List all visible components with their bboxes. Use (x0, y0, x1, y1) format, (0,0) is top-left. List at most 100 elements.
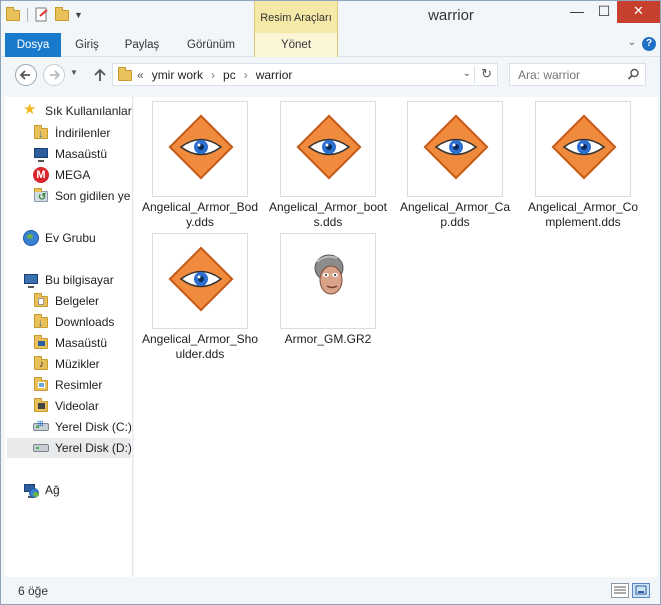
large-icons-view-button[interactable] (632, 583, 650, 598)
tab-manage[interactable]: Yönet (254, 33, 338, 57)
address-dropdown-icon[interactable]: ⌄ (463, 68, 471, 79)
star-icon: ★ (23, 101, 37, 118)
nav-item-label: Yerel Disk (C:) (55, 420, 132, 434)
documents-folder-icon (33, 293, 49, 309)
breadcrumb-item[interactable]: warrior (256, 68, 293, 82)
dds-eye-icon (280, 101, 376, 197)
dds-eye-icon (407, 101, 503, 197)
window-title: warrior (428, 7, 474, 24)
nav-item-drive-d[interactable]: Yerel Disk (D:) (7, 438, 132, 458)
refresh-icon[interactable]: ↻ (481, 66, 492, 82)
back-arrow-icon (19, 70, 30, 80)
toolbar-separator (27, 8, 28, 22)
expand-ribbon-icon[interactable]: ⌄ (628, 37, 636, 51)
nav-item-label: MEGA (55, 168, 91, 182)
dds-eye-icon (152, 101, 248, 197)
file-item[interactable]: Angelical_Armor_Complement.dds (523, 101, 643, 230)
up-arrow-icon[interactable] (93, 67, 107, 83)
forward-button[interactable] (43, 64, 65, 86)
downloads-folder-icon: ↓ (33, 125, 49, 141)
file-item[interactable]: Angelical_Armor_Cap.dds (395, 101, 515, 230)
drive-icon (33, 440, 49, 456)
new-folder-icon[interactable] (54, 7, 70, 23)
nav-item-label: Ağ (45, 483, 60, 497)
tab-share[interactable]: Paylaş (115, 33, 169, 57)
nav-item-videos[interactable]: Videolar (33, 396, 132, 416)
breadcrumb: « ymir work › pc › warrior (137, 68, 292, 82)
file-view: Angelical_Armor_Body.dds Angelical_Armor… (134, 97, 658, 577)
nav-item-this-pc[interactable]: Bu bilgisayar (23, 270, 132, 290)
nav-item-label: İndirilenler (55, 126, 111, 140)
breadcrumb-chevron-icon[interactable]: › (211, 68, 215, 82)
file-item[interactable]: Angelical_Armor_Body.dds (140, 101, 260, 230)
nav-item-label: Videolar (55, 399, 99, 413)
file-name: Angelical_Armor_boots.dds (268, 200, 388, 229)
breadcrumb-chevron-icon[interactable]: › (244, 68, 248, 82)
folder-icon (5, 7, 21, 23)
contextual-tab-group: Resim Araçları (254, 1, 338, 33)
folder-icon (117, 67, 133, 83)
desktop-icon (33, 146, 49, 162)
computer-icon (23, 272, 39, 288)
title-bar: ▼ Resim Araçları warrior — ☐ ✕ (1, 1, 660, 33)
file-item[interactable]: Angelical_Armor_Shoulder.dds (140, 233, 260, 362)
nav-item-homegroup[interactable]: Ev Grubu (23, 228, 132, 248)
tab-view[interactable]: Görünüm (175, 33, 247, 57)
tab-file[interactable]: Dosya (5, 33, 61, 57)
quick-access-toolbar: ▼ (5, 7, 83, 23)
maximize-button[interactable]: ☐ (591, 1, 617, 23)
close-button[interactable]: ✕ (617, 1, 660, 23)
ribbon-tabs: Dosya Giriş Paylaş Görünüm Yönet ⌄ ? (1, 33, 660, 57)
breadcrumb-item[interactable]: pc (223, 68, 236, 82)
nav-item-label: Masaüstü (55, 336, 108, 350)
navigation-bar: ▼ « ymir work › pc › warrior ⌄ ↻ (1, 57, 660, 93)
system-drive-icon: ⊞ (33, 419, 49, 435)
nav-item-documents[interactable]: Belgeler (33, 291, 132, 311)
navigation-pane: ★ Sık Kullanılanlar ↓ İndirilenler Masaü… (5, 97, 133, 577)
details-view-button[interactable] (611, 583, 629, 598)
nav-item-drive-c[interactable]: ⊞ Yerel Disk (C:) (33, 417, 132, 437)
back-button[interactable] (15, 64, 37, 86)
address-bar[interactable]: « ymir work › pc › warrior ⌄ ↻ (112, 63, 498, 86)
status-bar: 6 öğe (1, 577, 660, 604)
nav-item-label: Masaüstü (55, 147, 108, 161)
nav-item-downloads-pc[interactable]: ↓ Downloads (33, 312, 132, 332)
downloads-folder-icon: ↓ (33, 314, 49, 330)
nav-item-favorites[interactable]: ★ Sık Kullanılanlar (23, 101, 132, 121)
search-input[interactable] (518, 67, 628, 83)
nav-item-label: Downloads (55, 315, 115, 329)
nav-item-label: Yerel Disk (D:) (55, 441, 132, 455)
mega-icon: M (33, 167, 49, 183)
search-box[interactable] (509, 63, 646, 86)
music-folder-icon: ♪ (33, 356, 49, 372)
nav-item-pictures[interactable]: Resimler (33, 375, 132, 395)
nav-item-network[interactable]: Ağ (23, 480, 132, 500)
help-icon[interactable]: ? (642, 37, 656, 51)
ribbon-controls: ⌄ ? (628, 37, 656, 51)
file-name: Angelical_Armor_Body.dds (141, 200, 259, 229)
breadcrumb-overflow[interactable]: « (137, 68, 144, 82)
customize-toolbar-icon[interactable]: ▼ (74, 10, 83, 20)
item-count: 6 öğe (18, 584, 49, 598)
search-icon[interactable] (627, 68, 640, 81)
file-item[interactable]: Angelical_Armor_boots.dds (268, 101, 388, 230)
forward-arrow-icon (50, 70, 61, 80)
nav-item-desktop-pc[interactable]: Masaüstü (33, 333, 132, 353)
nav-item-recent-places[interactable]: ↺ Son gidilen ye (33, 186, 132, 206)
breadcrumb-item[interactable]: ymir work (152, 68, 203, 82)
contextual-tab-label: Resim Araçları (260, 12, 332, 24)
nav-item-downloads[interactable]: ↓ İndirilenler (33, 123, 132, 143)
recent-locations-dropdown[interactable]: ▼ (70, 68, 78, 77)
file-item[interactable]: Armor_GM.GR2 (268, 233, 388, 347)
address-divider (474, 66, 475, 83)
large-icons-view-icon (635, 585, 647, 595)
nav-item-desktop[interactable]: Masaüstü (33, 144, 132, 164)
tab-home[interactable]: Giriş (63, 33, 111, 57)
nav-item-label: Bu bilgisayar (45, 273, 114, 287)
nav-item-mega[interactable]: M MEGA (33, 165, 132, 185)
videos-folder-icon (33, 398, 49, 414)
nav-item-music[interactable]: ♪ Müzikler (33, 354, 132, 374)
properties-icon[interactable] (34, 7, 50, 23)
minimize-button[interactable]: — (564, 1, 590, 23)
nav-item-label: Sık Kullanılanlar (45, 104, 132, 118)
